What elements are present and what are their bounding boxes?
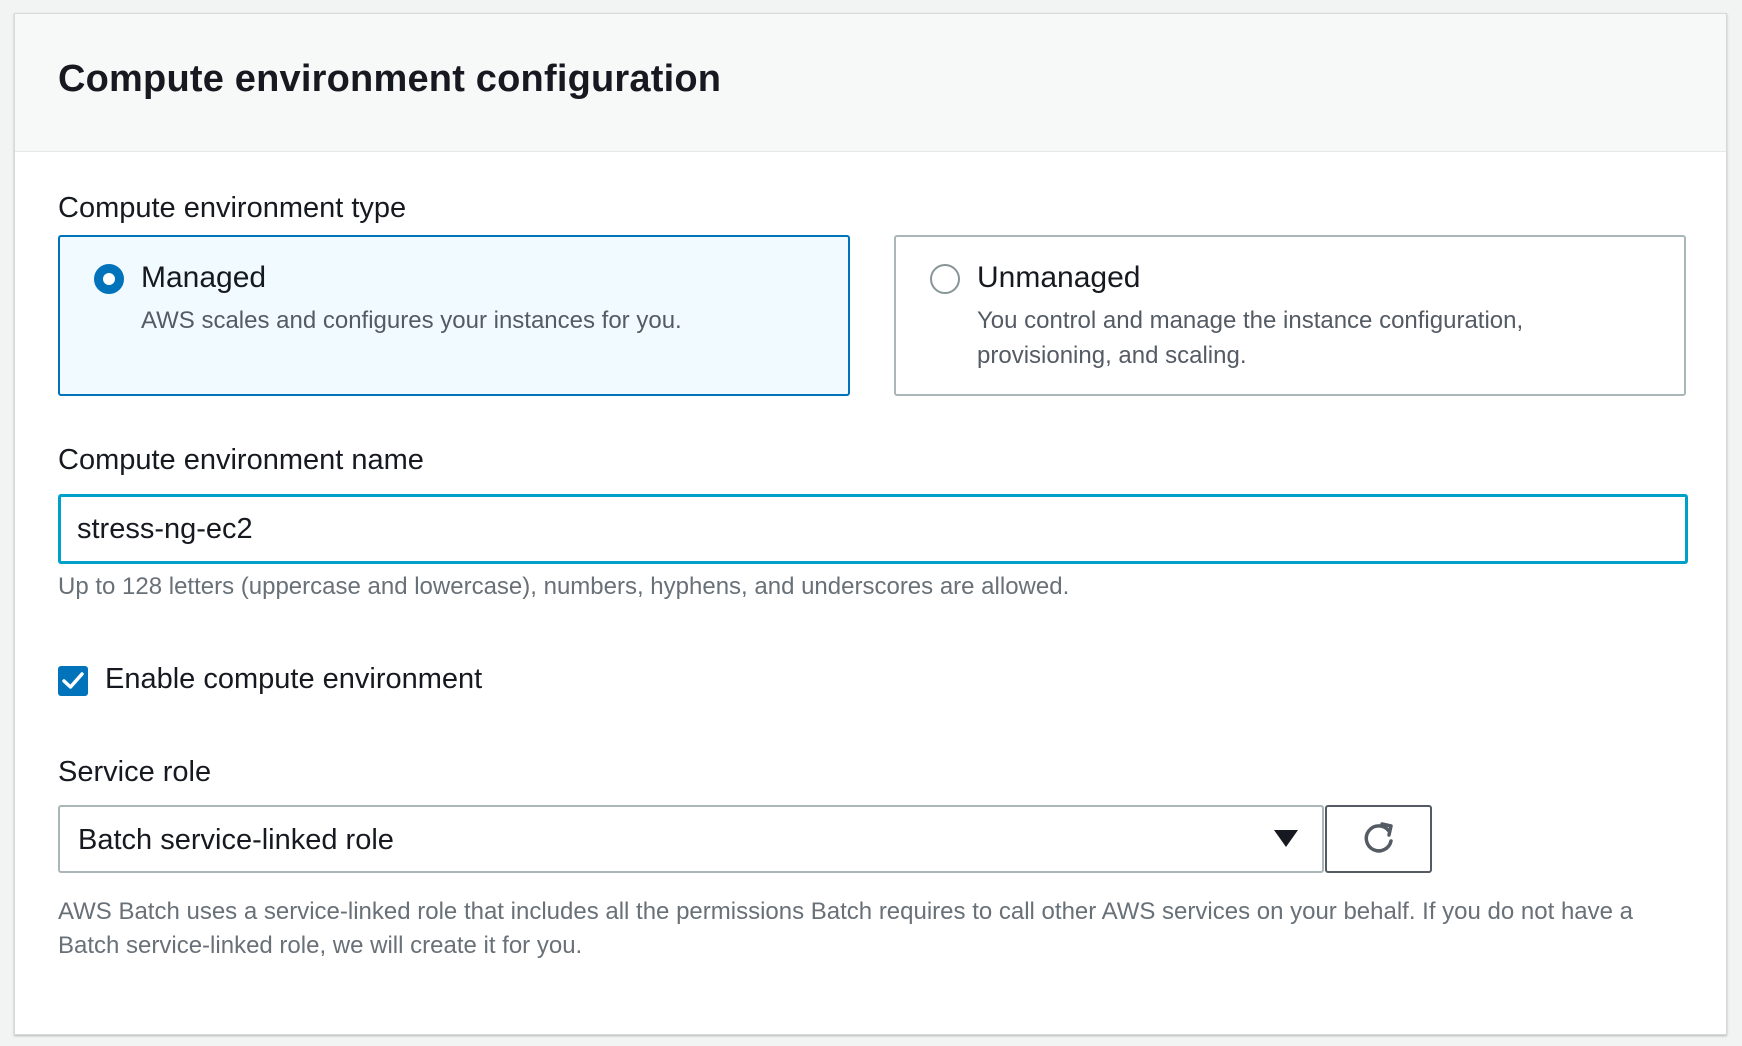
- service-role-selected-value: Batch service-linked role: [78, 824, 394, 856]
- checkmark-icon: [62, 672, 84, 689]
- unmanaged-option-description: You control and manage the instance conf…: [977, 307, 1524, 369]
- caret-down-icon: [1274, 830, 1298, 847]
- managed-radio[interactable]: [94, 264, 124, 294]
- managed-option-title: Managed: [141, 261, 267, 294]
- enable-env-checkbox[interactable]: [58, 666, 88, 696]
- managed-option-tile[interactable]: Managed AWS scales and configures your i…: [58, 235, 850, 396]
- refresh-icon: [1364, 822, 1393, 853]
- panel-header: Compute environment configuration: [15, 14, 1726, 152]
- service-role-hint: AWS Batch uses a service-linked role tha…: [58, 898, 1633, 959]
- service-role-select[interactable]: Batch service-linked role: [58, 805, 1324, 873]
- unmanaged-radio[interactable]: [930, 264, 960, 294]
- config-panel: Compute environment configuration Comput…: [14, 13, 1727, 1035]
- refresh-button[interactable]: [1325, 805, 1432, 873]
- env-name-input[interactable]: [58, 494, 1688, 564]
- managed-option-description: AWS scales and configures your instances…: [141, 307, 682, 334]
- unmanaged-option-title: Unmanaged: [977, 261, 1141, 294]
- env-name-hint: Up to 128 letters (uppercase and lowerca…: [58, 573, 1070, 600]
- env-type-label: Compute environment type: [58, 192, 407, 224]
- section-title: Compute environment configuration: [58, 58, 722, 100]
- enable-env-label: Enable compute environment: [105, 663, 483, 695]
- unmanaged-option-tile[interactable]: Unmanaged You control and manage the ins…: [894, 235, 1686, 396]
- env-name-label: Compute environment name: [58, 444, 424, 476]
- service-role-label: Service role: [58, 756, 212, 788]
